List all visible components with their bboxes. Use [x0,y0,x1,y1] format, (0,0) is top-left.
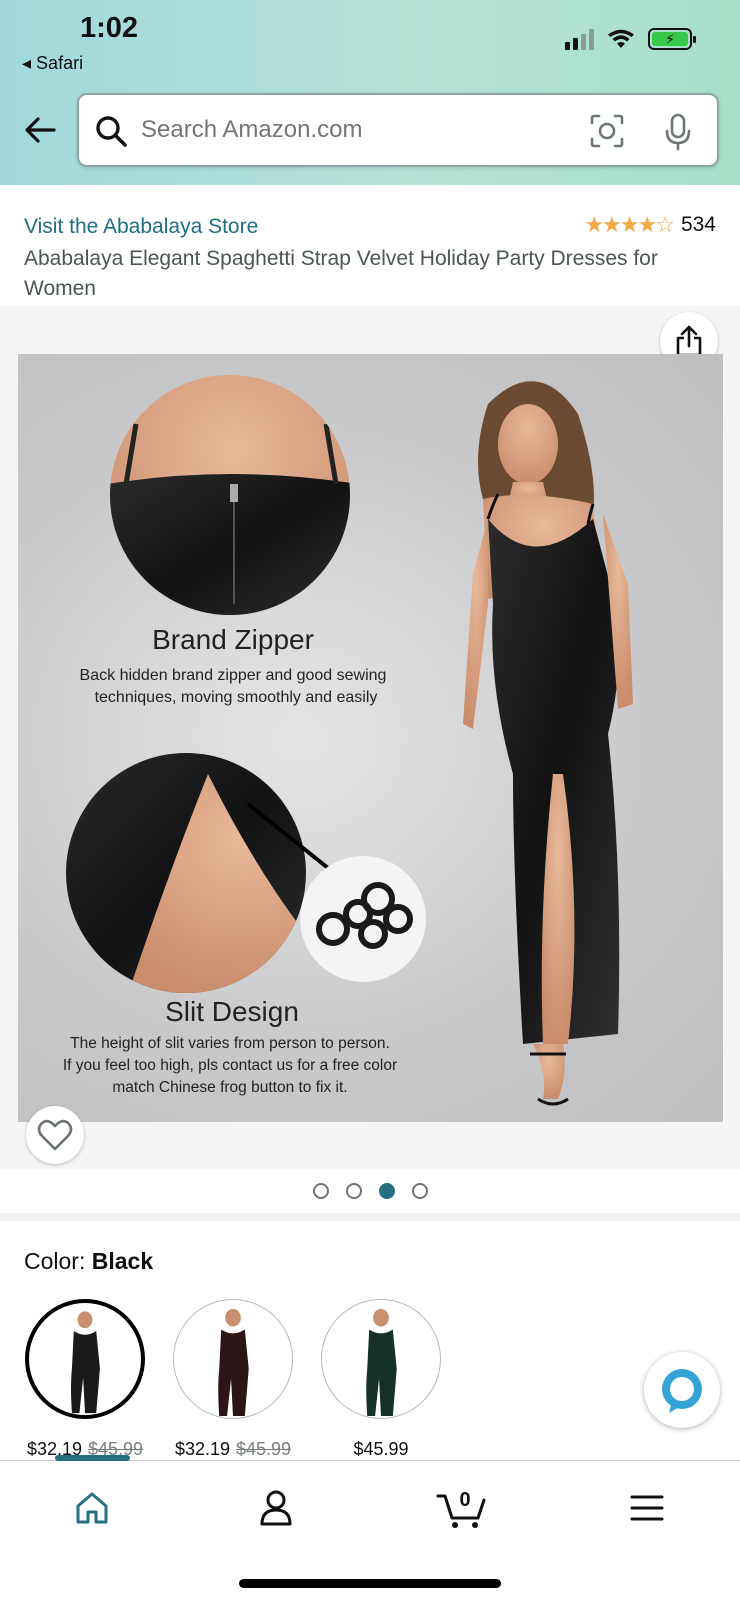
share-icon [676,325,702,357]
rating[interactable]: ★★★★☆ 534 [584,212,716,238]
section-divider [0,1213,740,1221]
status-icons: ⚡ [565,28,696,50]
carousel-indicator[interactable] [0,1183,740,1199]
carousel-dot[interactable] [345,1183,362,1199]
home-icon [76,1492,108,1524]
swatch-image [173,1299,293,1419]
product-image[interactable]: Brand Zipper Back hidden brand zipper an… [18,354,723,1122]
alexa-button[interactable] [644,1352,720,1428]
product-illustration: Brand Zipper Back hidden brand zipper an… [63,375,633,1106]
user-icon [260,1490,292,1526]
swatch-image [25,1299,145,1419]
camera-search-icon[interactable] [589,113,625,149]
image-heading-zipper: Brand Zipper [152,624,314,655]
browser-header: 1:02 ◂ Safari ⚡ [0,0,740,185]
tab-menu[interactable] [617,1483,677,1533]
visit-store-link[interactable]: Visit the Ababalaya Store [24,215,258,239]
wishlist-button[interactable] [26,1106,84,1164]
swatch-price: $45.99 [353,1439,409,1459]
tab-home[interactable] [62,1483,122,1533]
battery-icon: ⚡ [648,28,696,50]
swatch-price: $32.19 [174,1439,230,1459]
tab-account[interactable] [246,1483,306,1533]
color-swatch-green[interactable]: $45.99 [320,1299,442,1460]
cart-icon: 0 [436,1489,486,1528]
status-time: 1:02 [80,12,139,44]
search-input[interactable] [141,116,561,144]
color-swatch-burgundy[interactable]: $32.19 $45.99 [172,1299,294,1460]
color-label: Color: Black [24,1248,153,1275]
microphone-icon[interactable] [664,113,692,151]
image-desc-zipper-2: techniques, moving smoothly and easily [95,689,378,706]
color-label-text: Color: [24,1248,86,1274]
carousel-dot[interactable] [312,1183,329,1199]
carousel-dot[interactable] [411,1183,428,1199]
active-tab-indicator [55,1455,130,1461]
slit-closeup [66,753,306,993]
carousel-dot-active[interactable] [378,1183,395,1199]
swatch-image [321,1299,441,1419]
star-rating-icon: ★★★★☆ [584,212,675,237]
alexa-icon [662,1369,702,1413]
cellular-signal-icon [565,28,594,50]
zipper-closeup [110,375,350,615]
swatch-old-price: $45.99 [236,1439,292,1459]
selected-color: Black [91,1248,154,1274]
back-to-safari[interactable]: ◂ Safari [22,53,83,74]
image-desc-zipper-1: Back hidden brand zipper and good sewing [80,667,387,684]
product-gallery[interactable]: Brand Zipper Back hidden brand zipper an… [0,306,740,1170]
search-bar[interactable] [77,93,719,167]
image-desc-slit-1: The height of slit varies from person to… [70,1035,390,1052]
product-title: Ababalaya Elegant Spaghetti Strap Velvet… [24,247,658,300]
menu-icon [630,1495,664,1521]
heart-icon [37,1119,73,1151]
rating-count: 534 [680,213,716,236]
home-indicator [239,1579,501,1588]
cart-count: 0 [459,1489,470,1511]
back-arrow-icon[interactable] [22,112,58,148]
tab-cart[interactable]: 0 [432,1483,492,1533]
image-desc-slit-3: match Chinese frog button to fix it. [112,1079,347,1096]
back-app-label: Safari [36,53,84,73]
search-icon [96,116,127,147]
model-figure [463,381,633,1106]
image-desc-slit-2: If you feel too high, pls contact us for… [63,1057,397,1074]
bottom-tab-bar: 0 [0,1455,740,1600]
wifi-icon [608,29,634,48]
color-swatches: $32.19 $45.99 $32.19 $45.99 $45.99 [24,1299,442,1460]
image-heading-slit: Slit Design [165,996,299,1027]
color-swatch-black[interactable]: $32.19 $45.99 [24,1299,146,1460]
